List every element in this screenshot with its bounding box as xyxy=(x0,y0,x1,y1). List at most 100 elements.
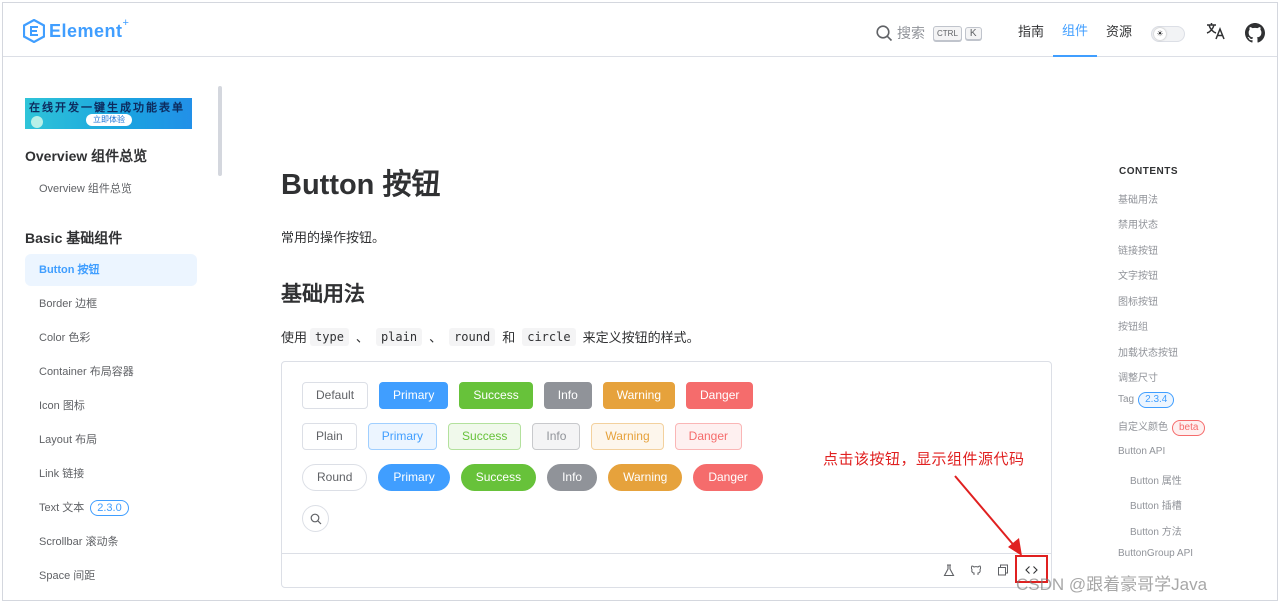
sidebar-item-scrollbar[interactable]: Scrollbar 滚动条 xyxy=(25,526,197,558)
sidebar-item-layout[interactable]: Layout 布局 xyxy=(25,424,197,456)
kbd-k: K xyxy=(964,26,982,40)
playground-icon[interactable] xyxy=(941,562,957,578)
github-icon[interactable] xyxy=(1245,23,1265,48)
theme-toggle[interactable]: ☀ xyxy=(1151,26,1185,42)
logo-text: Element xyxy=(49,20,123,41)
circle-check-button[interactable] xyxy=(376,505,403,532)
nav-guide[interactable]: 指南 xyxy=(1009,3,1053,57)
circle-delete-button[interactable] xyxy=(487,505,514,532)
demo-row-default: Default Primary Success Info Warning Dan… xyxy=(302,382,764,409)
toc-subitem[interactable]: Button 插槽 xyxy=(1130,497,1182,512)
round-button[interactable]: Round xyxy=(302,464,368,491)
sidebar-item-border[interactable]: Border 边框 xyxy=(25,288,197,320)
sidebar: 在线开发一键生成功能表单 立即体验 Overview 组件总览 Overview… xyxy=(3,58,225,600)
search-icon xyxy=(876,24,893,41)
warning-button[interactable]: Warning xyxy=(602,382,675,409)
usage-suffix: 来定义按钮的样式。 xyxy=(582,330,700,345)
plain-button[interactable]: Plain xyxy=(302,423,357,450)
toc-subitem[interactable]: Button 方法 xyxy=(1130,523,1182,538)
toc-item-label: Tag xyxy=(1118,394,1135,405)
annotation-text: 点击该按钮，显示组件源代码 xyxy=(823,450,1025,468)
section-title: 基础用法 xyxy=(281,283,365,306)
round-danger-button[interactable]: Danger xyxy=(693,464,763,491)
round-primary-button[interactable]: Primary xyxy=(378,464,450,491)
toc-item-custom-color[interactable]: 自定义颜色 beta xyxy=(1118,418,1206,436)
search-button[interactable]: 搜索 CTRL K xyxy=(876,23,985,43)
toc-item[interactable]: 加载状态按钮 xyxy=(1118,344,1178,359)
toc-item[interactable]: ButtonGroup API xyxy=(1118,548,1193,559)
sidebar-item-space[interactable]: Space 间距 xyxy=(25,560,197,592)
demo-row-plain: Plain Primary Success Info Warning Dange… xyxy=(302,423,753,450)
toc-subitem[interactable]: Button 属性 xyxy=(1130,472,1182,487)
primary-button[interactable]: Primary xyxy=(379,382,449,409)
circle-search-button[interactable] xyxy=(302,505,329,532)
demo-row-circle xyxy=(302,505,524,532)
promo-banner[interactable]: 在线开发一键生成功能表单 立即体验 xyxy=(25,98,192,129)
circle-star-button[interactable] xyxy=(450,505,477,532)
circle-message-button[interactable] xyxy=(413,505,440,532)
toc-item[interactable]: Button API xyxy=(1118,446,1165,457)
demo-row-round: Round Primary Success Info Warning Dange… xyxy=(302,464,774,491)
sidebar-item-button[interactable]: Button 按钮 xyxy=(25,254,197,286)
round-info-button[interactable]: Info xyxy=(547,464,598,491)
sidebar-item-overview[interactable]: Overview 组件总览 xyxy=(25,173,197,205)
toc-item[interactable]: 调整尺寸 xyxy=(1118,369,1158,384)
toc-title: CONTENTS xyxy=(1119,166,1178,177)
sidebar-item-container[interactable]: Container 布局容器 xyxy=(25,356,197,388)
toc-item[interactable]: 文字按钮 xyxy=(1118,267,1158,282)
nav-component[interactable]: 组件 xyxy=(1053,3,1098,57)
sidebar-scrollbar[interactable] xyxy=(218,86,222,176)
banner-decoration xyxy=(31,116,43,128)
element-logo[interactable]: Element + xyxy=(23,17,129,43)
toc-item[interactable]: 按钮组 xyxy=(1118,318,1148,333)
page-description: 常用的操作按钮。 xyxy=(281,230,386,245)
beta-badge: beta xyxy=(1172,420,1206,436)
usage-sep: 、 xyxy=(355,330,369,345)
demo-block: Default Primary Success Info Warning Dan… xyxy=(281,361,1052,588)
toc-item[interactable]: 基础用法 xyxy=(1118,191,1158,206)
code-round: round xyxy=(449,327,496,346)
check-icon xyxy=(385,515,395,523)
sidebar-item-color[interactable]: Color 色彩 xyxy=(25,322,197,354)
watermark: CSDN @跟着豪哥学Java xyxy=(1016,575,1208,594)
element-logo-icon xyxy=(23,19,45,43)
github-icon[interactable] xyxy=(968,562,984,578)
sidebar-item-icon[interactable]: Icon 图标 xyxy=(25,390,197,422)
code-circle: circle xyxy=(522,327,576,346)
search-icon xyxy=(310,513,321,524)
app-frame: Element + 搜索 CTRL K 指南 组件 资源 ☀ 在线开发一键生成功… xyxy=(2,2,1278,601)
toc-item[interactable]: 链接按钮 xyxy=(1118,242,1158,257)
toc-item-tag[interactable]: Tag 2.3.4 xyxy=(1118,392,1175,408)
info-button[interactable]: Info xyxy=(543,382,592,409)
plain-danger-button[interactable]: Danger xyxy=(674,423,743,450)
sun-icon: ☀ xyxy=(1154,28,1166,40)
copy-icon[interactable] xyxy=(995,562,1011,578)
translate-icon[interactable] xyxy=(1206,22,1226,44)
round-success-button[interactable]: Success xyxy=(460,464,537,491)
banner-button[interactable]: 立即体验 xyxy=(86,114,132,126)
demo-toolbar xyxy=(282,553,1051,587)
round-warning-button[interactable]: Warning xyxy=(608,464,683,491)
sidebar-group-basic: Basic 基础组件 xyxy=(25,230,123,246)
plain-success-button[interactable]: Success xyxy=(448,423,522,450)
nav-resource[interactable]: 资源 xyxy=(1097,3,1141,57)
toc-item[interactable]: 图标按钮 xyxy=(1118,293,1158,308)
message-icon xyxy=(420,514,433,523)
annotation-arrow xyxy=(954,475,1022,556)
sidebar-item-text-label: Text 文本 xyxy=(39,502,85,514)
default-button[interactable]: Default xyxy=(302,382,369,409)
toc-item[interactable]: 禁用状态 xyxy=(1118,216,1158,231)
plain-info-button[interactable]: Info xyxy=(532,423,581,450)
sidebar-item-text[interactable]: Text 文本 2.3.0 xyxy=(25,492,197,524)
plain-warning-button[interactable]: Warning xyxy=(591,423,664,450)
sidebar-item-link[interactable]: Link 链接 xyxy=(25,458,197,490)
top-nav: 指南 组件 资源 xyxy=(1009,3,1141,57)
usage-sep: 、 xyxy=(429,330,443,345)
success-button[interactable]: Success xyxy=(459,382,533,409)
sidebar-group-overview: Overview 组件总览 xyxy=(25,148,148,164)
circle-edit-button[interactable] xyxy=(339,505,366,532)
plain-primary-button[interactable]: Primary xyxy=(367,423,438,450)
danger-button[interactable]: Danger xyxy=(686,382,754,409)
banner-title: 在线开发一键生成功能表单 xyxy=(29,101,185,114)
version-badge: 2.3.0 xyxy=(90,500,129,516)
